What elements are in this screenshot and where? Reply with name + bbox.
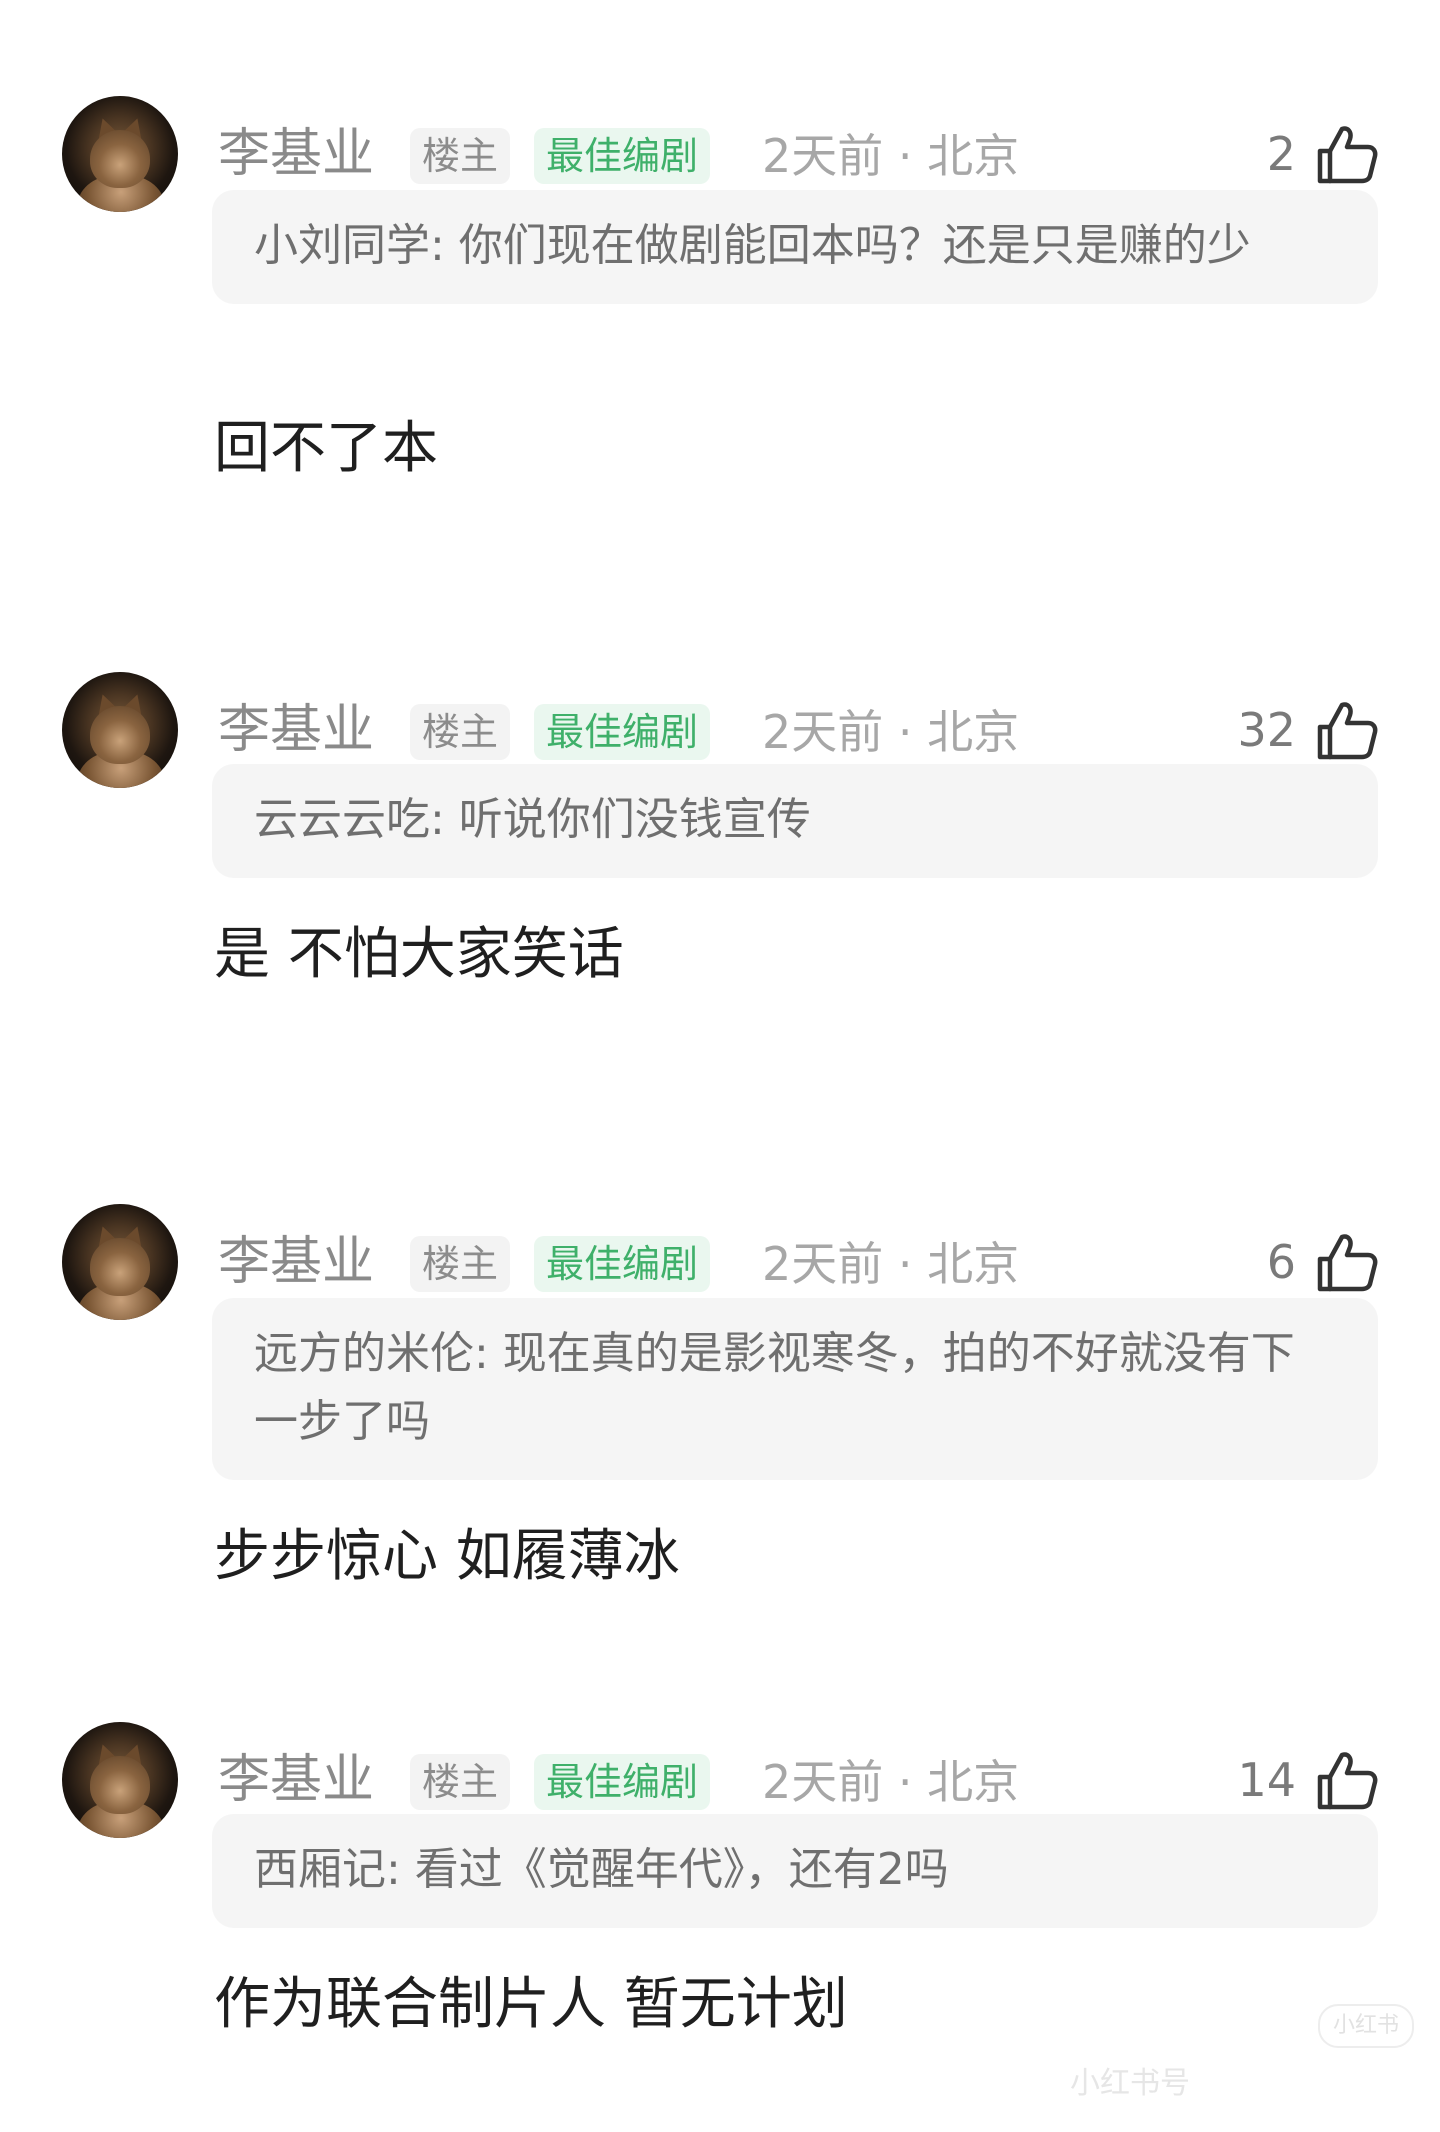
quoted-comment[interactable]: 远方的米伦: 现在真的是影视寒冬，拍的不好就没有下一步了吗 — [212, 1298, 1378, 1480]
op-badge: 楼主 — [410, 1754, 511, 1810]
thumbs-up-icon[interactable] — [1314, 699, 1378, 761]
like-count: 32 — [1237, 703, 1296, 757]
thumbs-up-icon[interactable] — [1314, 123, 1378, 185]
quoted-comment[interactable]: 小刘同学: 你们现在做剧能回本吗？还是只是赚的少 — [212, 190, 1378, 304]
comment-meta: 2天前 · 北京 — [762, 1755, 1020, 1809]
avatar[interactable] — [62, 96, 178, 212]
best-writer-badge: 最佳编剧 — [534, 128, 711, 184]
reply-text: 回不了本 — [214, 416, 438, 481]
author-name[interactable]: 李基业 — [218, 1750, 374, 1810]
like-button[interactable]: 32 — [1237, 700, 1378, 760]
author-name[interactable]: 李基业 — [218, 124, 374, 184]
author-name[interactable]: 李基业 — [218, 1232, 374, 1292]
avatar[interactable] — [62, 1722, 178, 1838]
like-count: 2 — [1266, 127, 1296, 181]
quoted-comment[interactable]: 云云云吃: 听说你们没钱宣传 — [212, 764, 1378, 878]
best-writer-badge: 最佳编剧 — [534, 1236, 711, 1292]
op-badge: 楼主 — [410, 704, 511, 760]
like-count: 6 — [1266, 1235, 1296, 1289]
like-count: 14 — [1237, 1753, 1296, 1807]
op-badge: 楼主 — [410, 1236, 511, 1292]
best-writer-badge: 最佳编剧 — [534, 704, 711, 760]
reply-text: 作为联合制片人 暂无计划 — [214, 1972, 848, 2037]
like-button[interactable]: 2 — [1267, 124, 1378, 184]
watermark-logo: 小红书 — [1318, 2004, 1414, 2048]
thumbs-up-icon[interactable] — [1314, 1231, 1378, 1293]
op-badge: 楼主 — [410, 128, 511, 184]
comment-meta: 2天前 · 北京 — [762, 705, 1020, 759]
reply-text: 步步惊心 如履薄冰 — [214, 1524, 680, 1589]
quoted-comment[interactable]: 西厢记: 看过《觉醒年代》，还有2吗 — [212, 1814, 1378, 1928]
comment-meta: 2天前 · 北京 — [762, 129, 1020, 183]
comment-meta: 2天前 · 北京 — [762, 1237, 1020, 1291]
best-writer-badge: 最佳编剧 — [534, 1754, 711, 1810]
like-button[interactable]: 6 — [1267, 1232, 1378, 1292]
avatar[interactable] — [62, 1204, 178, 1320]
author-name[interactable]: 李基业 — [218, 700, 374, 760]
avatar[interactable] — [62, 672, 178, 788]
thumbs-up-icon[interactable] — [1314, 1749, 1378, 1811]
like-button[interactable]: 14 — [1237, 1750, 1378, 1810]
watermark-text: 小红书号 — [1070, 2066, 1190, 2101]
reply-text: 是 不怕大家笑话 — [214, 922, 624, 987]
